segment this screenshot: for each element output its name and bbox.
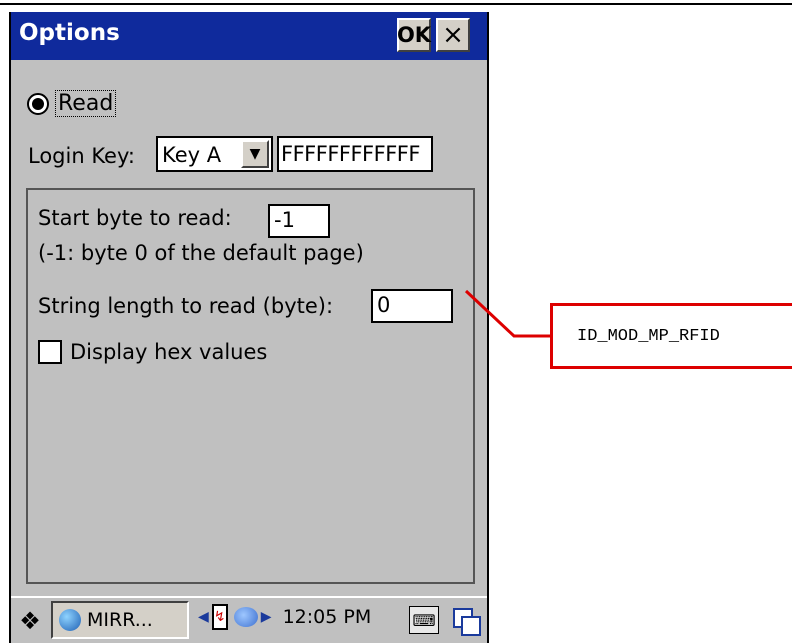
callout-id-label: ID_MOD_MP_RFID xyxy=(577,326,720,346)
callout-id-box: ID_MOD_MP_RFID xyxy=(550,303,792,369)
callout-line xyxy=(464,289,552,338)
